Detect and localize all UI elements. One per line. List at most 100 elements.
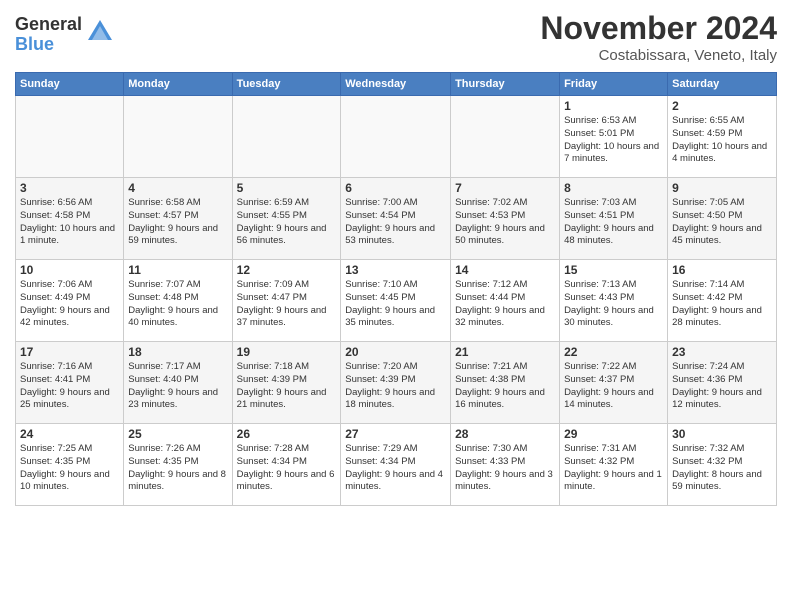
day-number: 30: [672, 427, 772, 441]
calendar-day-cell: 6Sunrise: 7:00 AMSunset: 4:54 PMDaylight…: [341, 178, 451, 260]
calendar-day-cell: 27 Sunrise: 7:29 AMSunset: 4:34 PMDayligh…: [341, 424, 451, 506]
day-number: 18: [128, 345, 227, 359]
calendar-day-cell: 14 Sunrise: 7:12 AMSunset: 4:44 PMDayligh…: [451, 260, 560, 342]
day-info: Sunrise: 6:58 AMSunset: 4:57 PMDaylight:…: [128, 197, 227, 248]
day-info: Sunrise: 7:07 AMSunset: 4:48 PMDaylight:…: [128, 279, 227, 330]
calendar-week-row: 10 Sunrise: 7:06 AMSunset: 4:49 PMDayligh…: [16, 260, 777, 342]
calendar-week-row: 3Sunrise: 6:56 AMSunset: 4:58 PMDaylight…: [16, 178, 777, 260]
day-number: 14: [455, 263, 555, 277]
calendar-header: SundayMondayTuesdayWednesdayThursdayFrid…: [16, 73, 777, 96]
day-info: Sunrise: 6:56 AMSunset: 4:58 PMDaylight:…: [20, 197, 119, 248]
day-info: Sunrise: 7:06 AMSunset: 4:49 PMDaylight:…: [20, 279, 119, 330]
calendar-day-cell: 3Sunrise: 6:56 AMSunset: 4:58 PMDaylight…: [16, 178, 124, 260]
calendar-week-row: 17Sunrise: 7:16 AMSunset: 4:41 PMDayligh…: [16, 342, 777, 424]
day-number: 24: [20, 427, 119, 441]
day-number: 22: [564, 345, 663, 359]
day-info: Sunrise: 6:55 AMSunset: 4:59 PMDaylight:…: [672, 115, 772, 166]
calendar-day-cell: 26 Sunrise: 7:28 AMSunset: 4:34 PMDayligh…: [232, 424, 341, 506]
calendar-day-cell: 2 Sunrise: 6:55 AMSunset: 4:59 PMDaylight…: [668, 96, 777, 178]
subtitle: Costabissara, Veneto, Italy: [540, 47, 777, 64]
calendar-day-cell: 10 Sunrise: 7:06 AMSunset: 4:49 PMDayligh…: [16, 260, 124, 342]
day-number: 5: [237, 181, 337, 195]
day-info: Sunrise: 7:29 AMSunset: 4:34 PMDaylight:…: [345, 443, 446, 494]
calendar-day-cell: [16, 96, 124, 178]
calendar-table: SundayMondayTuesdayWednesdayThursdayFrid…: [15, 72, 777, 506]
day-number: 10: [20, 263, 119, 277]
calendar-day-cell: 9Sunrise: 7:05 AMSunset: 4:50 PMDaylight…: [668, 178, 777, 260]
title-section: November 2024 Costabissara, Veneto, Ital…: [540, 10, 777, 64]
day-info: Sunrise: 7:03 AMSunset: 4:51 PMDaylight:…: [564, 197, 663, 248]
day-info: Sunrise: 7:22 AMSunset: 4:37 PMDaylight:…: [564, 361, 663, 412]
day-number: 2: [672, 99, 772, 113]
calendar-day-cell: 25Sunrise: 7:26 AMSunset: 4:35 PMDayligh…: [124, 424, 232, 506]
day-number: 7: [455, 181, 555, 195]
day-number: 21: [455, 345, 555, 359]
calendar-week-row: 1Sunrise: 6:53 AMSunset: 5:01 PMDaylight…: [16, 96, 777, 178]
day-number: 19: [237, 345, 337, 359]
day-number: 23: [672, 345, 772, 359]
logo-general: General: [15, 15, 82, 35]
day-info: Sunrise: 7:02 AMSunset: 4:53 PMDaylight:…: [455, 197, 555, 248]
calendar-day-cell: 30 Sunrise: 7:32 AMSunset: 4:32 PMDayligh…: [668, 424, 777, 506]
day-info: Sunrise: 7:32 AMSunset: 4:32 PMDaylight:…: [672, 443, 772, 494]
calendar-day-header: Sunday: [16, 73, 124, 96]
calendar-day-cell: 21 Sunrise: 7:21 AMSunset: 4:38 PMDayligh…: [451, 342, 560, 424]
day-number: 28: [455, 427, 555, 441]
calendar-header-row: SundayMondayTuesdayWednesdayThursdayFrid…: [16, 73, 777, 96]
day-number: 9: [672, 181, 772, 195]
calendar-day-header: Friday: [560, 73, 668, 96]
day-number: 12: [237, 263, 337, 277]
calendar-day-cell: 4Sunrise: 6:58 AMSunset: 4:57 PMDaylight…: [124, 178, 232, 260]
calendar-day-header: Wednesday: [341, 73, 451, 96]
day-number: 26: [237, 427, 337, 441]
header: General Blue November 2024 Costabissara,…: [15, 10, 777, 64]
calendar-day-cell: 16Sunrise: 7:14 AMSunset: 4:42 PMDayligh…: [668, 260, 777, 342]
logo: General Blue: [15, 15, 114, 55]
calendar-day-header: Saturday: [668, 73, 777, 96]
day-info: Sunrise: 7:18 AMSunset: 4:39 PMDaylight:…: [237, 361, 337, 412]
day-number: 6: [345, 181, 446, 195]
day-info: Sunrise: 7:31 AMSunset: 4:32 PMDaylight:…: [564, 443, 663, 494]
month-title: November 2024: [540, 10, 777, 47]
calendar-day-cell: 15Sunrise: 7:13 AMSunset: 4:43 PMDayligh…: [560, 260, 668, 342]
calendar-day-cell: 7 Sunrise: 7:02 AMSunset: 4:53 PMDaylight…: [451, 178, 560, 260]
calendar-body: 1Sunrise: 6:53 AMSunset: 5:01 PMDaylight…: [16, 96, 777, 506]
calendar-day-cell: 19 Sunrise: 7:18 AMSunset: 4:39 PMDayligh…: [232, 342, 341, 424]
day-info: Sunrise: 7:25 AMSunset: 4:35 PMDaylight:…: [20, 443, 119, 494]
calendar-day-cell: 1Sunrise: 6:53 AMSunset: 5:01 PMDaylight…: [560, 96, 668, 178]
calendar-day-cell: 24 Sunrise: 7:25 AMSunset: 4:35 PMDayligh…: [16, 424, 124, 506]
day-info: Sunrise: 7:21 AMSunset: 4:38 PMDaylight:…: [455, 361, 555, 412]
calendar-day-cell: 18 Sunrise: 7:17 AMSunset: 4:40 PMDayligh…: [124, 342, 232, 424]
calendar-day-cell: 20 Sunrise: 7:20 AMSunset: 4:39 PMDayligh…: [341, 342, 451, 424]
day-info: Sunrise: 7:24 AMSunset: 4:36 PMDaylight:…: [672, 361, 772, 412]
calendar-day-cell: 8 Sunrise: 7:03 AMSunset: 4:51 PMDaylight…: [560, 178, 668, 260]
day-info: Sunrise: 7:28 AMSunset: 4:34 PMDaylight:…: [237, 443, 337, 494]
day-info: Sunrise: 7:14 AMSunset: 4:42 PMDaylight:…: [672, 279, 772, 330]
day-info: Sunrise: 7:20 AMSunset: 4:39 PMDaylight:…: [345, 361, 446, 412]
calendar-day-cell: 22 Sunrise: 7:22 AMSunset: 4:37 PMDayligh…: [560, 342, 668, 424]
day-number: 29: [564, 427, 663, 441]
day-info: Sunrise: 6:59 AMSunset: 4:55 PMDaylight:…: [237, 197, 337, 248]
day-number: 25: [128, 427, 227, 441]
logo-icon: [86, 18, 114, 51]
calendar-day-header: Thursday: [451, 73, 560, 96]
logo-blue: Blue: [15, 35, 82, 55]
calendar-day-cell: [341, 96, 451, 178]
day-number: 8: [564, 181, 663, 195]
day-info: Sunrise: 7:17 AMSunset: 4:40 PMDaylight:…: [128, 361, 227, 412]
day-number: 13: [345, 263, 446, 277]
day-number: 20: [345, 345, 446, 359]
main-container: General Blue November 2024 Costabissara,…: [0, 0, 792, 612]
day-number: 1: [564, 99, 663, 113]
day-info: Sunrise: 7:16 AMSunset: 4:41 PMDaylight:…: [20, 361, 119, 412]
calendar-day-cell: 13Sunrise: 7:10 AMSunset: 4:45 PMDayligh…: [341, 260, 451, 342]
calendar-day-cell: 23 Sunrise: 7:24 AMSunset: 4:36 PMDayligh…: [668, 342, 777, 424]
calendar-day-cell: 17Sunrise: 7:16 AMSunset: 4:41 PMDayligh…: [16, 342, 124, 424]
logo-text: General Blue: [15, 15, 82, 55]
day-number: 15: [564, 263, 663, 277]
calendar-day-cell: [124, 96, 232, 178]
calendar-day-cell: 5 Sunrise: 6:59 AMSunset: 4:55 PMDaylight…: [232, 178, 341, 260]
day-number: 27: [345, 427, 446, 441]
day-info: Sunrise: 7:12 AMSunset: 4:44 PMDaylight:…: [455, 279, 555, 330]
calendar-day-cell: [451, 96, 560, 178]
